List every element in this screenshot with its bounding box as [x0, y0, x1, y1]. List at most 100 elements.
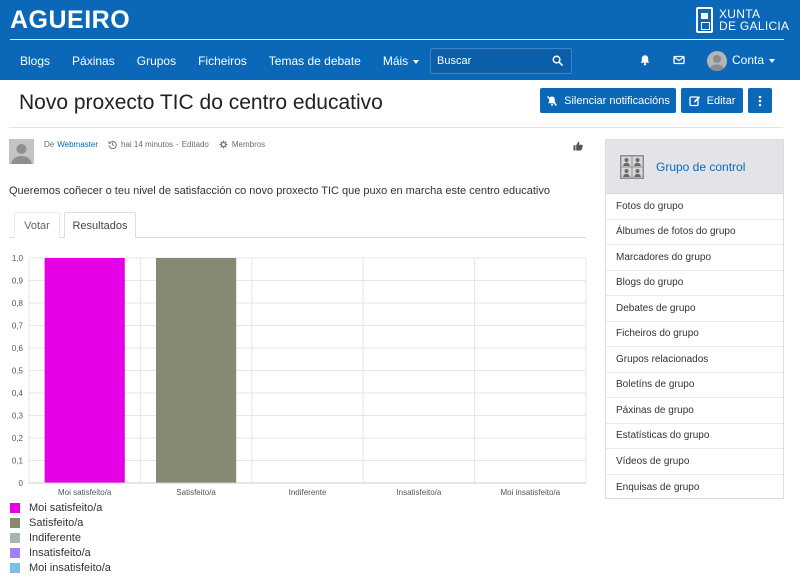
- group-sidebar: Grupo de control Fotos do grupo Álbumes d…: [605, 139, 784, 499]
- group-icon: [620, 154, 644, 179]
- legend-item[interactable]: Insatisfeito/a: [10, 545, 111, 560]
- search-icon[interactable]: [552, 55, 563, 66]
- edit-icon: [688, 95, 700, 106]
- nav-blogs[interactable]: Blogs: [20, 54, 50, 68]
- y-tick-label: 0,3: [12, 412, 24, 421]
- mute-notifications-button[interactable]: Silenciar notificacións: [540, 88, 676, 113]
- bell-slash-icon: [547, 95, 558, 106]
- nav-grupos[interactable]: Grupos: [137, 54, 176, 68]
- legend-swatch: [10, 532, 20, 543]
- nav-temas-debate[interactable]: Temas de debate: [269, 54, 361, 68]
- y-tick-label: 0,1: [12, 457, 24, 466]
- sidebar-item[interactable]: Álbumes de fotos do grupo: [606, 220, 783, 245]
- edit-label: Editar: [706, 94, 736, 107]
- user-avatar[interactable]: [707, 51, 727, 71]
- title-divider: [9, 127, 783, 128]
- user-silhouette-icon: [709, 55, 725, 71]
- post-time: hai 14 minutos: [121, 140, 174, 149]
- sidebar-item[interactable]: Fotos do grupo: [606, 194, 783, 220]
- x-tick-label: Moi satisfeito/a: [58, 488, 112, 497]
- more-options-button[interactable]: [748, 88, 772, 113]
- x-tick-label: Satisfeito/a: [176, 488, 216, 497]
- y-tick-label: 0: [19, 479, 24, 488]
- sidebar-item[interactable]: Boletíns de grupo: [606, 373, 783, 398]
- y-tick-label: 0,7: [12, 322, 24, 331]
- post-access: Membros: [231, 140, 266, 149]
- legend-item[interactable]: Moi satisfeito/a: [10, 500, 111, 515]
- sidebar-item[interactable]: Marcadores do grupo: [606, 245, 783, 271]
- y-tick-label: 1,0: [12, 254, 24, 263]
- y-tick-label: 0,4: [12, 389, 24, 398]
- legend-label: Insatisfeito/a: [29, 546, 91, 559]
- edit-button[interactable]: Editar: [681, 88, 743, 113]
- post-meta: De Webmaster hai 14 minutos - Editado Me…: [44, 140, 265, 149]
- legend-label: Satisfeito/a: [29, 516, 84, 529]
- gear-icon: [219, 140, 228, 149]
- sidebar-item[interactable]: Páxinas de grupo: [606, 398, 783, 424]
- x-tick-label: Moi insatisfeito/a: [501, 488, 561, 497]
- header-divider: [10, 39, 784, 40]
- y-tick-label: 0,8: [12, 299, 24, 308]
- poll-description: Queremos coñecer o teu nivel de satisfac…: [9, 185, 550, 197]
- search-box: [430, 48, 572, 74]
- legend-swatch: [10, 502, 20, 513]
- legend-swatch: [10, 562, 20, 573]
- sidebar-item[interactable]: Enquisas de grupo: [606, 475, 783, 501]
- x-tick-label: Insatisfeito/a: [396, 488, 441, 497]
- thumbs-up-icon[interactable]: [573, 141, 583, 151]
- chart-legend: Moi satisfeito/a Satisfeito/a Indiferente I…: [10, 500, 111, 575]
- main-nav: Blogs Páxinas Grupos Ficheiros Temas de …: [20, 46, 441, 76]
- post-edited: Editado: [181, 140, 209, 149]
- account-menu[interactable]: Conta: [732, 53, 776, 67]
- sidebar-header[interactable]: Grupo de control: [606, 140, 783, 194]
- xunta-logo[interactable]: XUNTA DE GALICIA: [696, 7, 789, 33]
- nav-paxinas[interactable]: Páxinas: [72, 54, 115, 68]
- vertical-ellipsis-icon: [758, 95, 762, 106]
- author-avatar[interactable]: [9, 139, 34, 164]
- sidebar-group-title[interactable]: Grupo de control: [656, 160, 745, 174]
- chevron-down-icon: [769, 58, 776, 63]
- legend-item[interactable]: Indiferente: [10, 530, 111, 545]
- search-input[interactable]: [431, 49, 546, 73]
- author-link[interactable]: Webmaster: [57, 140, 98, 149]
- xunta-crest-icon: [696, 7, 713, 33]
- y-tick-label: 0,5: [12, 367, 24, 376]
- bell-icon[interactable]: [639, 54, 651, 66]
- nav-mais[interactable]: Máis: [382, 54, 420, 68]
- legend-label: Moi insatisfeito/a: [29, 561, 111, 574]
- results-bar-chart: 0 0,1 0,2 0,3 0,4 0,5 0,6 0,7 0,8 0,9 1,0 Moi satis…: [12, 254, 587, 497]
- by-prefix: De: [44, 140, 55, 149]
- bar: [44, 258, 125, 483]
- x-tick-label: Indiferente: [289, 488, 327, 497]
- user-silhouette-icon: [11, 144, 32, 164]
- envelope-icon[interactable]: [673, 54, 685, 66]
- y-tick-label: 0,9: [12, 277, 24, 286]
- site-name[interactable]: AGUEIRO: [10, 6, 130, 35]
- sidebar-menu: Fotos do grupo Álbumes de fotos do grupo M…: [606, 194, 783, 500]
- legend-item[interactable]: Moi insatisfeito/a: [10, 560, 111, 575]
- nav-mais-label: Máis: [382, 54, 409, 68]
- tab-resultados[interactable]: Resultados: [64, 212, 136, 238]
- history-icon: [108, 140, 117, 149]
- mute-notifications-label: Silenciar notificacións: [564, 94, 670, 107]
- nav-ficheiros[interactable]: Ficheiros: [198, 54, 247, 68]
- chevron-down-icon: [413, 59, 420, 64]
- legend-item[interactable]: Satisfeito/a: [10, 515, 111, 530]
- sidebar-item[interactable]: Debates de grupo: [606, 296, 783, 322]
- legend-swatch: [10, 547, 20, 558]
- top-bar: AGUEIRO XUNTA DE GALICIA Blogs Páxinas G…: [0, 0, 800, 80]
- legend-label: Indiferente: [29, 531, 81, 544]
- sidebar-item[interactable]: Grupos relacionados: [606, 347, 783, 373]
- sidebar-item[interactable]: Blogs do grupo: [606, 271, 783, 296]
- bar: [155, 258, 237, 483]
- sidebar-item[interactable]: Vídeos de grupo: [606, 449, 783, 475]
- legend-label: Moi satisfeito/a: [29, 501, 103, 514]
- legend-swatch: [10, 517, 20, 528]
- sidebar-item[interactable]: Estatísticas do grupo: [606, 424, 783, 449]
- account-label: Conta: [732, 53, 765, 67]
- sidebar-item[interactable]: Ficheiros do grupo: [606, 322, 783, 347]
- tab-votar[interactable]: Votar: [14, 212, 60, 238]
- y-tick-label: 0,6: [12, 344, 24, 353]
- meta-separator: -: [176, 140, 179, 149]
- brand-line-2: DE GALICIA: [719, 19, 790, 33]
